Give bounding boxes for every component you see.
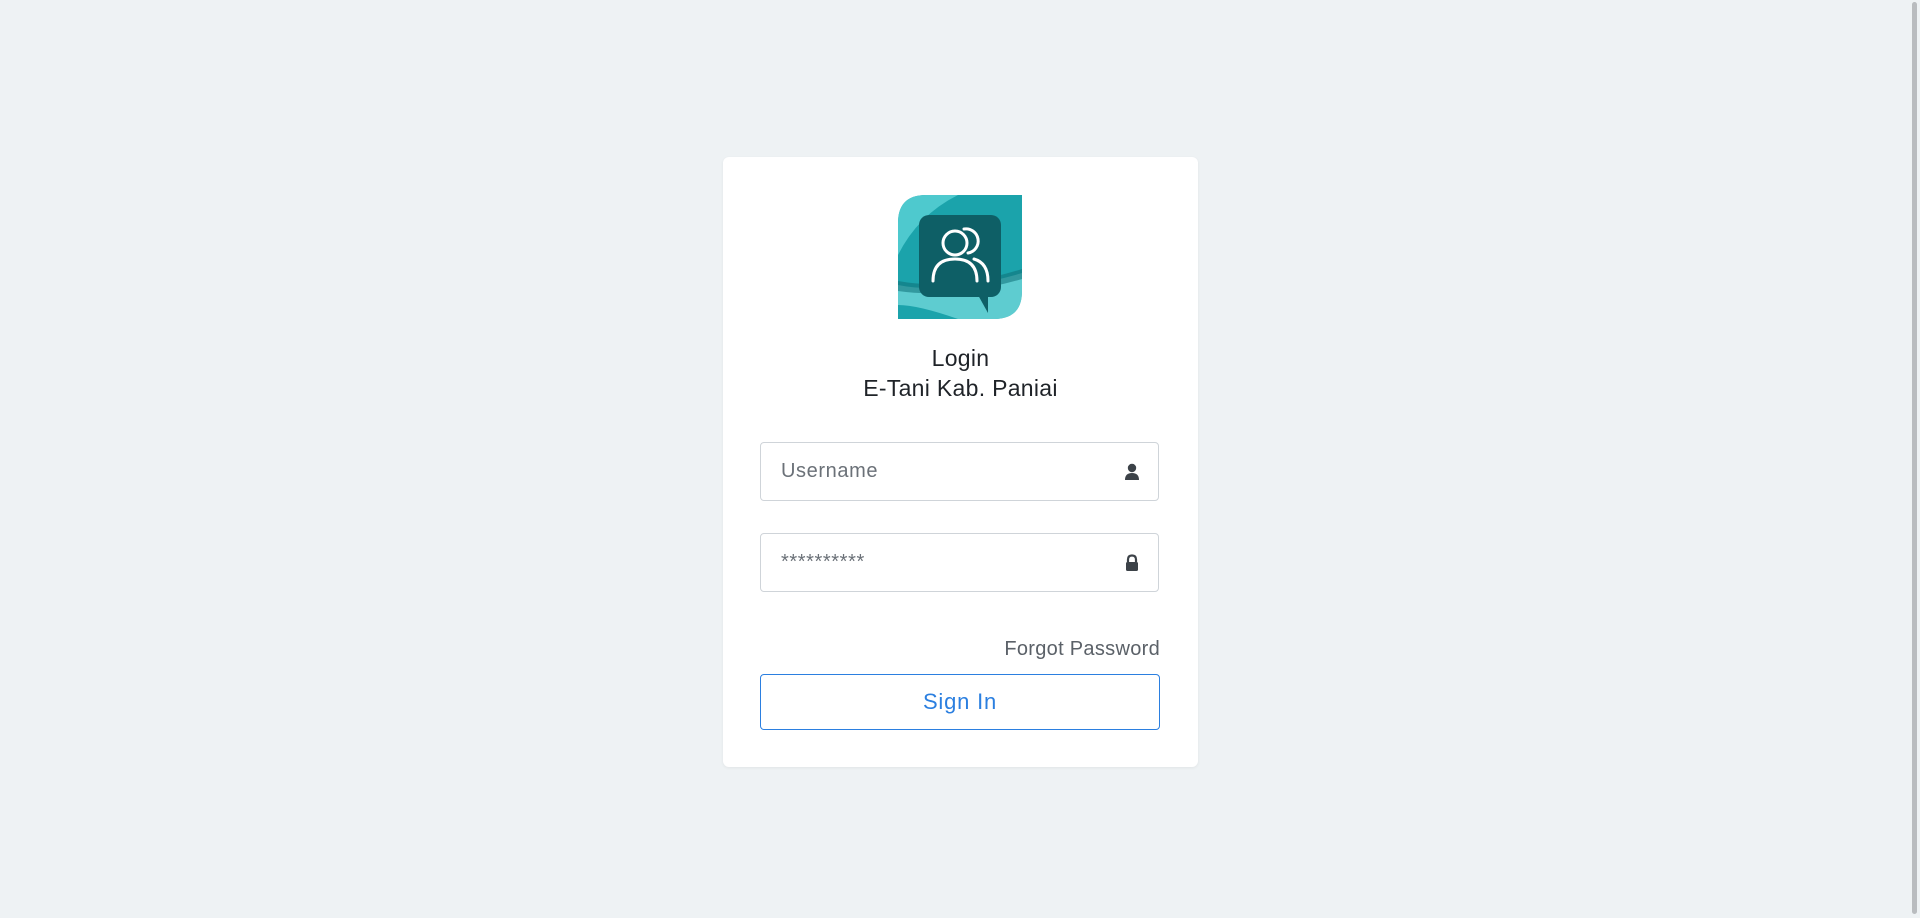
forgot-password-link[interactable]: Forgot Password bbox=[1004, 638, 1160, 661]
vertical-scrollbar[interactable] bbox=[1908, 0, 1920, 918]
lock-icon bbox=[1126, 554, 1138, 571]
username-input[interactable] bbox=[761, 443, 1158, 500]
scrollbar-thumb[interactable] bbox=[1912, 2, 1917, 914]
username-field bbox=[760, 442, 1159, 501]
user-icon bbox=[1125, 463, 1139, 480]
password-input[interactable] bbox=[761, 534, 1158, 591]
login-title: Login bbox=[931, 345, 990, 371]
app-logo-icon bbox=[898, 195, 1022, 319]
login-heading: Login E-Tani Kab. Paniai bbox=[723, 343, 1198, 403]
app-subtitle: E-Tani Kab. Paniai bbox=[863, 375, 1058, 401]
login-page: Login E-Tani Kab. Paniai Forgot Password… bbox=[0, 0, 1920, 918]
login-card: Login E-Tani Kab. Paniai Forgot Password… bbox=[723, 157, 1198, 767]
password-field bbox=[760, 533, 1159, 592]
sign-in-button[interactable]: Sign In bbox=[760, 674, 1160, 730]
